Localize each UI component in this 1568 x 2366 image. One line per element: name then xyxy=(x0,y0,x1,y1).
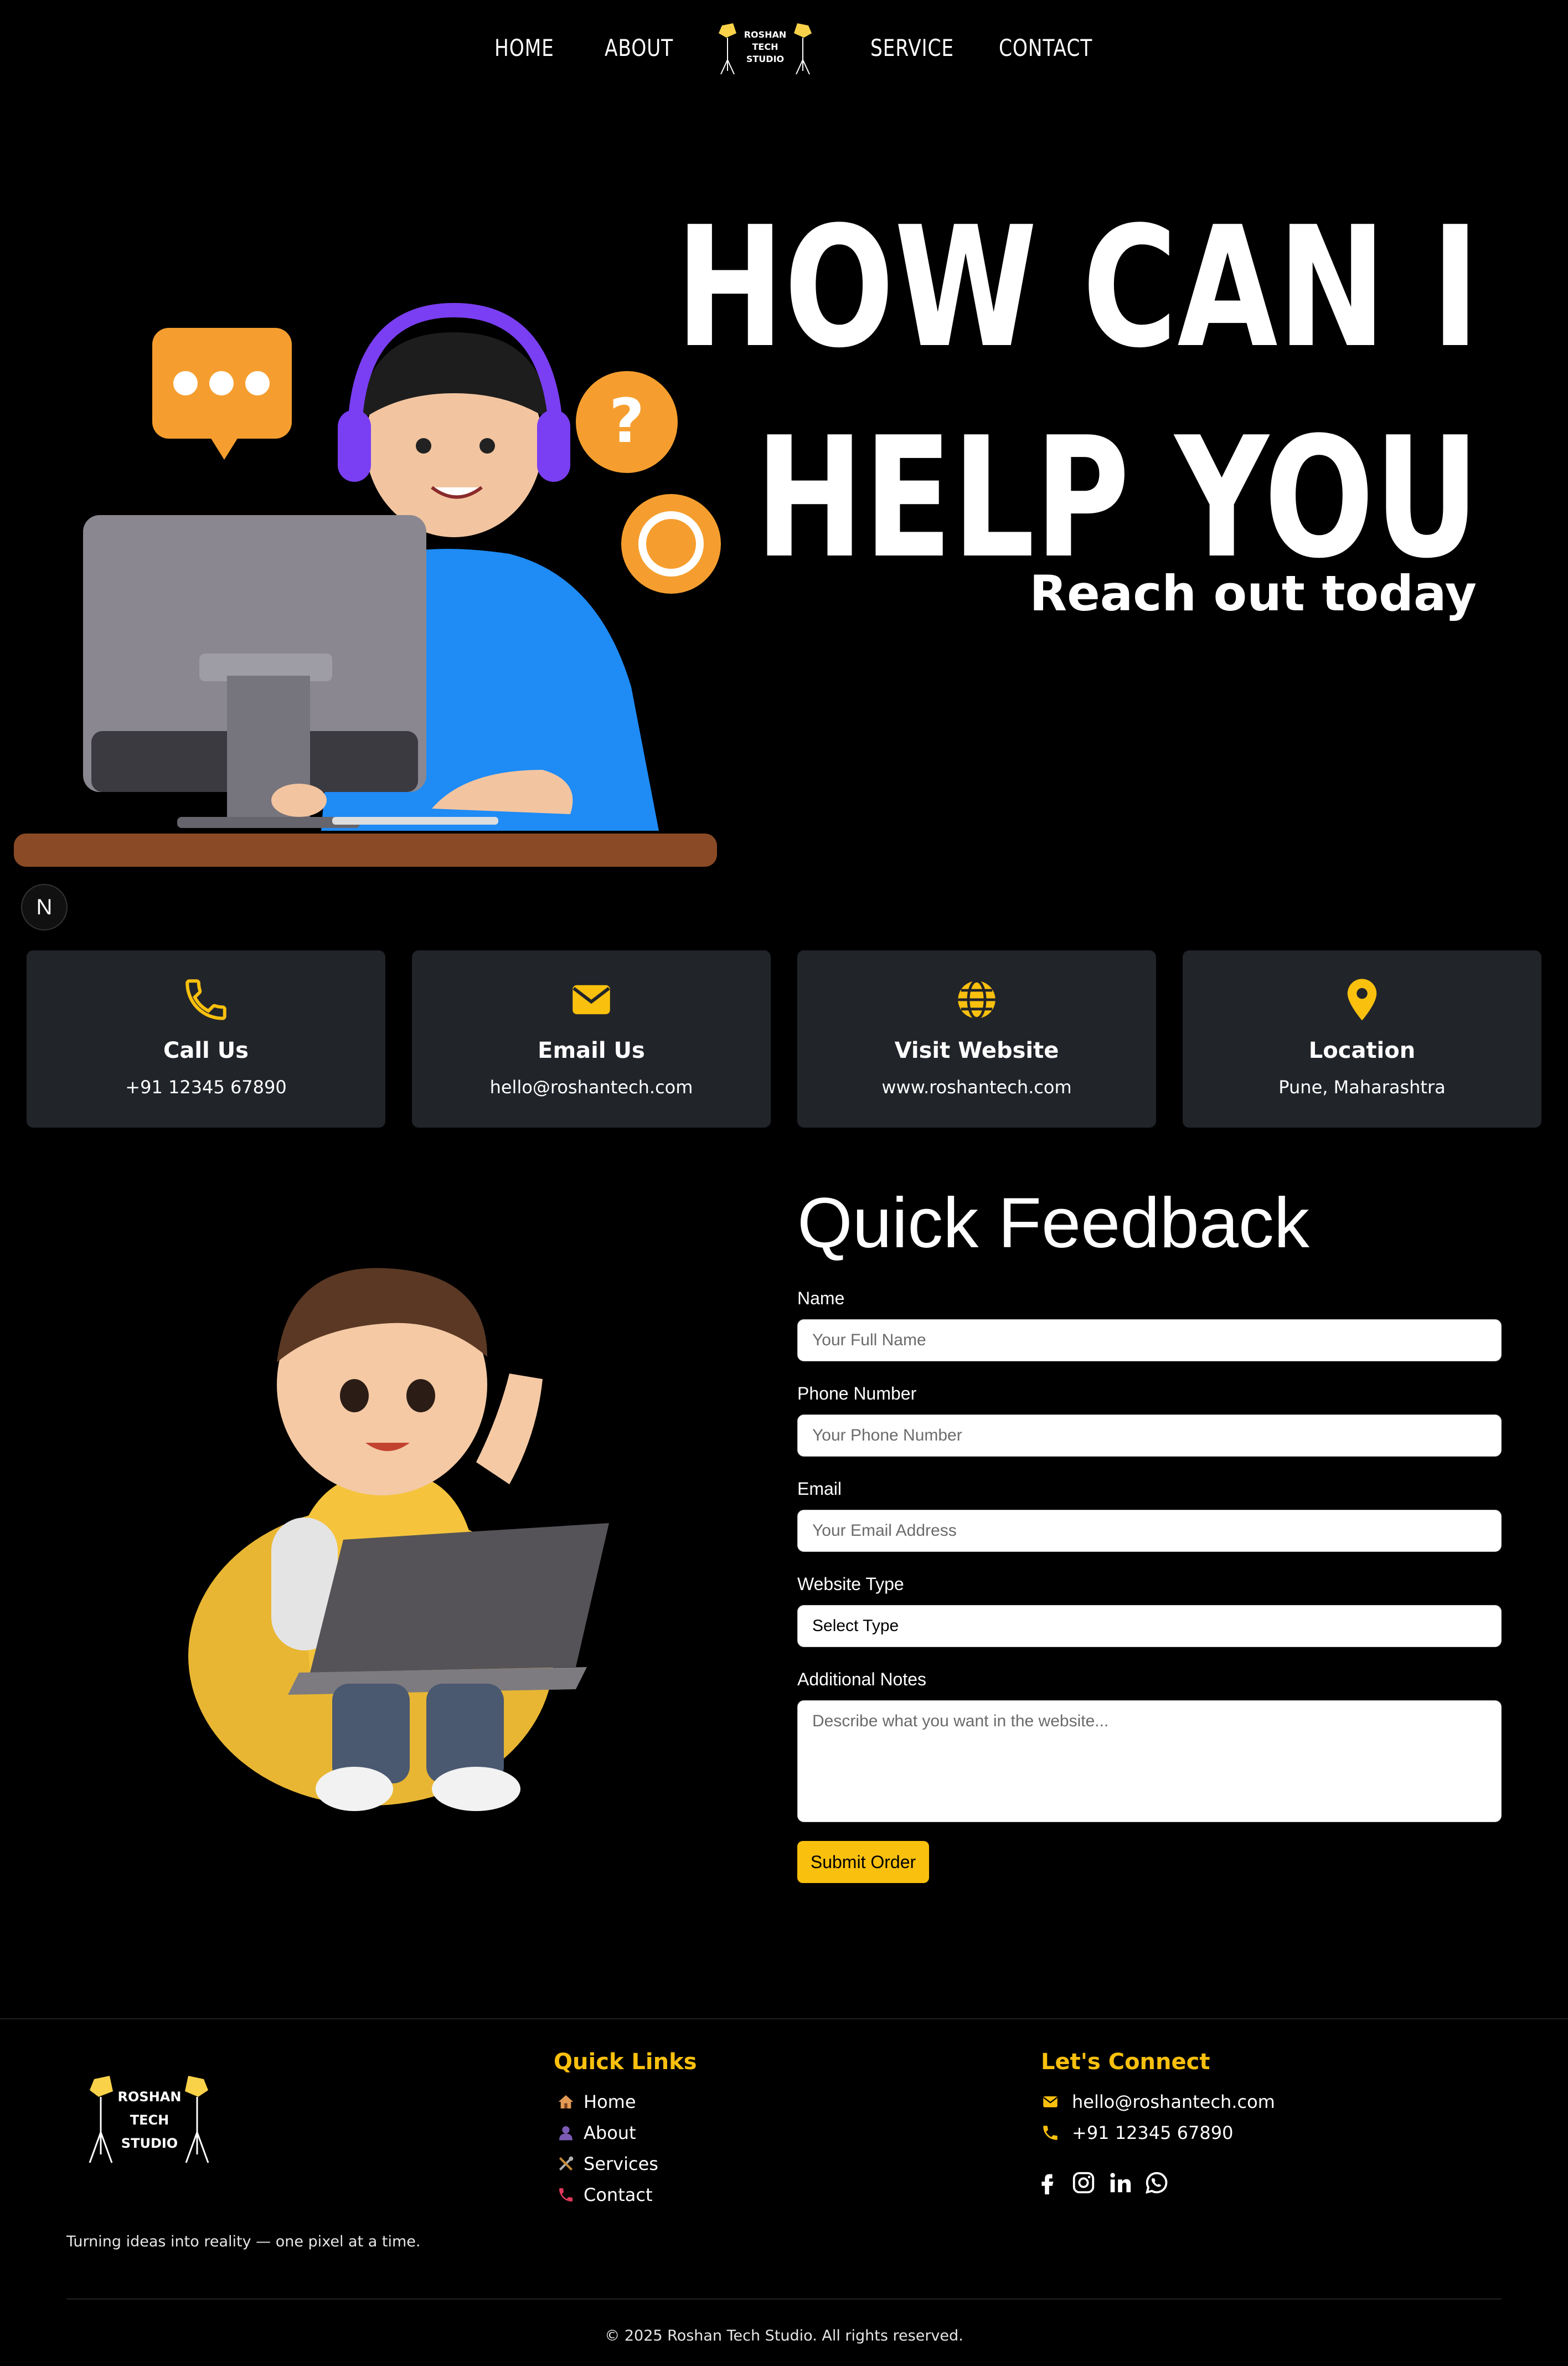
name-input[interactable] xyxy=(797,1319,1502,1361)
notes-label: Additional Notes xyxy=(797,1669,927,1689)
footer-phone[interactable]: +91 12345 67890 xyxy=(1041,2122,1233,2143)
phone-icon xyxy=(1043,2126,1058,2140)
website-type-select[interactable]: Select Type xyxy=(797,1605,1502,1647)
brand-logo[interactable]: ROSHAN TECH STUDIO xyxy=(714,21,816,76)
card-website[interactable]: Visit Website www.roshantech.com xyxy=(797,950,1156,1128)
website-type-label: Website Type xyxy=(797,1574,904,1594)
hero-title: HOW CAN I HELP YOU xyxy=(675,183,1479,604)
footer-link-contact-label: Contact xyxy=(584,2184,653,2205)
quick-links-heading: Quick Links xyxy=(554,2049,697,2075)
footer-divider xyxy=(0,2018,1568,2019)
nav-contact[interactable]: CONTACT xyxy=(999,34,1092,61)
globe-icon xyxy=(958,979,996,1020)
card-location-title: Location xyxy=(1308,1038,1416,1063)
telephone-icon xyxy=(556,2185,576,2205)
connect-heading: Let's Connect xyxy=(1041,2049,1210,2075)
footer-tagline: Turning ideas into reality — one pixel a… xyxy=(66,2233,421,2250)
card-location-value: Pune, Maharashtra xyxy=(1278,1077,1446,1098)
footer-phone-value: +91 12345 67890 xyxy=(1072,2122,1234,2143)
hero-title-line1: HOW CAN I xyxy=(675,191,1479,384)
boy-laptop-illustration xyxy=(188,1268,609,1811)
email-label: Email xyxy=(797,1479,842,1499)
footer-email-value: hello@roshantech.com xyxy=(1072,2091,1275,2112)
tools-icon xyxy=(556,2154,576,2174)
feedback-title: Quick Feedback xyxy=(797,1184,1309,1263)
footer-email[interactable]: hello@roshantech.com xyxy=(1041,2091,1275,2112)
hero-subtitle: Reach out today xyxy=(1029,565,1477,622)
card-call-value: +91 12345 67890 xyxy=(125,1077,287,1098)
card-call-title: Call Us xyxy=(163,1038,249,1063)
phone-label: Phone Number xyxy=(797,1383,917,1403)
footer-link-home[interactable]: Home xyxy=(556,2091,636,2112)
person-icon xyxy=(556,2123,576,2143)
phone-input[interactable] xyxy=(797,1415,1502,1457)
phone-icon xyxy=(185,979,226,1020)
footer-logo-line3: STUDIO xyxy=(121,2136,178,2151)
footer-link-services[interactable]: Services xyxy=(556,2153,658,2174)
name-label: Name xyxy=(797,1288,845,1308)
footer-link-contact[interactable]: Contact xyxy=(556,2184,653,2205)
footer-link-home-label: Home xyxy=(584,2091,636,2112)
card-email-title: Email Us xyxy=(538,1038,645,1063)
footer-logo-line1: ROSHAN xyxy=(118,2089,182,2105)
card-location[interactable]: Location Pune, Maharashtra xyxy=(1183,950,1541,1128)
top-nav: HOME ABOUT ROSHAN TECH STUDIO SERVICE CO… xyxy=(0,0,1568,102)
facebook-icon[interactable] xyxy=(1034,2170,1060,2195)
submit-order-button[interactable]: Submit Order xyxy=(797,1841,929,1883)
house-icon xyxy=(556,2092,576,2112)
svg-text:?: ? xyxy=(609,385,644,456)
footer-logo-line2: TECH xyxy=(130,2112,169,2128)
next-badge-button[interactable]: N xyxy=(21,884,68,930)
envelope-icon xyxy=(572,985,610,1015)
card-email-value: hello@roshantech.com xyxy=(489,1077,693,1098)
logo-line2: TECH xyxy=(752,42,778,52)
card-website-value: www.roshantech.com xyxy=(881,1077,1072,1098)
footer-link-about[interactable]: About xyxy=(556,2122,636,2143)
instagram-icon[interactable] xyxy=(1071,2170,1096,2195)
copyright-text: © 2025 Roshan Tech Studio. All rights re… xyxy=(605,2327,963,2344)
email-input[interactable] xyxy=(797,1510,1502,1552)
notes-textarea[interactable] xyxy=(797,1700,1502,1822)
support-agent-illustration: ? xyxy=(14,302,721,867)
whatsapp-icon[interactable] xyxy=(1144,2170,1169,2195)
footer-link-about-label: About xyxy=(584,2122,636,2143)
nav-home[interactable]: HOME xyxy=(494,34,554,61)
card-website-title: Visit Website xyxy=(894,1038,1059,1063)
logo-line3: STUDIO xyxy=(746,54,784,64)
card-email[interactable]: Email Us hello@roshantech.com xyxy=(412,950,771,1128)
linkedin-icon[interactable] xyxy=(1107,2170,1133,2195)
footer-bottom-divider xyxy=(66,2298,1502,2300)
nav-service[interactable]: SERVICE xyxy=(870,34,954,61)
footer-link-services-label: Services xyxy=(584,2153,658,2174)
envelope-icon xyxy=(1043,2096,1058,2107)
website-type-value: Select Type xyxy=(812,1617,899,1635)
nav-about[interactable]: ABOUT xyxy=(605,34,673,61)
footer-logo[interactable]: ROSHAN TECH STUDIO xyxy=(78,2071,221,2166)
card-call[interactable]: Call Us +91 12345 67890 xyxy=(27,950,385,1128)
logo-line1: ROSHAN xyxy=(744,29,787,40)
map-pin-icon xyxy=(1347,979,1377,1021)
